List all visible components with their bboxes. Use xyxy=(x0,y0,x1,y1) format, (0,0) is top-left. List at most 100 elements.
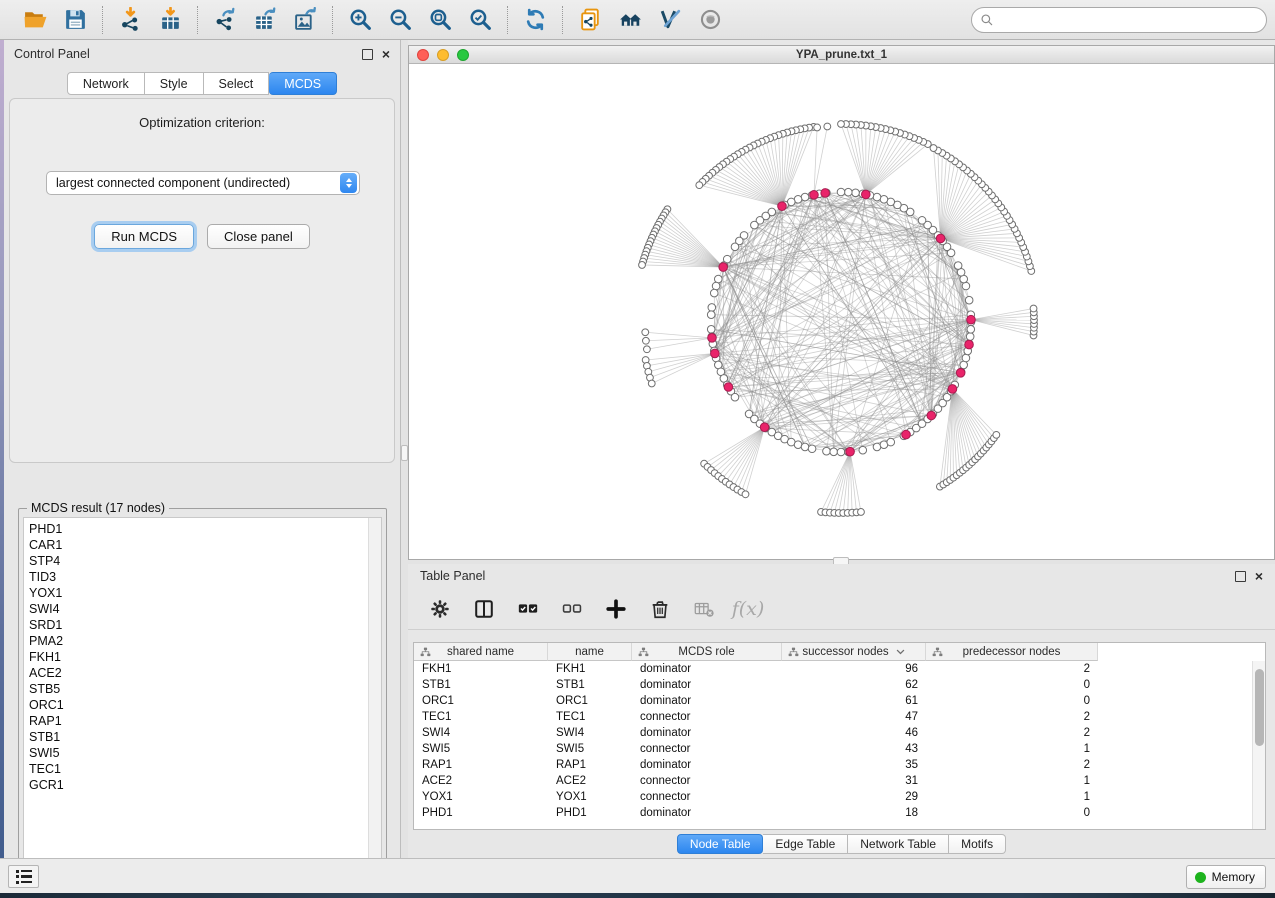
mcds-result-scrollbar[interactable] xyxy=(368,518,381,873)
table-cell: 1 xyxy=(926,791,1098,803)
mcds-result-node[interactable]: ORC1 xyxy=(29,697,368,713)
mcds-result-node[interactable]: TEC1 xyxy=(29,761,368,777)
table-row[interactable]: ACE2ACE2connector311 xyxy=(414,773,1252,789)
memory-button[interactable]: Memory xyxy=(1186,865,1266,889)
column-header-predecessor-nodes[interactable]: predecessor nodes xyxy=(926,643,1098,661)
mcds-result-node[interactable]: SWI4 xyxy=(29,601,368,617)
mcds-result-node[interactable]: PMA2 xyxy=(29,633,368,649)
mcds-result-node[interactable]: STB1 xyxy=(29,729,368,745)
deselect-all-columns-icon[interactable] xyxy=(558,595,586,623)
mcds-result-node[interactable]: STB5 xyxy=(29,681,368,697)
open-session-folder-icon[interactable] xyxy=(18,4,52,36)
table-cell: 62 xyxy=(782,679,926,691)
table-cell: dominator xyxy=(632,807,782,819)
delete-columns-trash-icon[interactable] xyxy=(646,595,674,623)
column-header-MCDS-role[interactable]: MCDS role xyxy=(632,643,782,661)
table-row[interactable]: FKH1FKH1dominator962 xyxy=(414,661,1252,677)
table-row[interactable]: RAP1RAP1dominator352 xyxy=(414,757,1252,773)
float-panel-icon[interactable] xyxy=(362,49,373,60)
save-session-floppy-icon[interactable] xyxy=(58,4,92,36)
table-row[interactable]: STB1STB1dominator620 xyxy=(414,677,1252,693)
mcds-result-node[interactable]: SWI5 xyxy=(29,745,368,761)
table-cell: 0 xyxy=(926,695,1098,707)
tab-mcds[interactable]: MCDS xyxy=(269,72,337,95)
column-header-label: successor nodes xyxy=(802,646,888,658)
mcds-result-node[interactable]: SRD1 xyxy=(29,617,368,633)
column-header-name[interactable]: name xyxy=(548,643,632,661)
show-column-pane-icon[interactable] xyxy=(470,595,498,623)
mcds-result-node[interactable]: CAR1 xyxy=(29,537,368,553)
close-panel-button[interactable]: Close panel xyxy=(207,224,310,249)
show-hide-style-icon[interactable] xyxy=(653,4,687,36)
table-row[interactable]: SWI5SWI5connector431 xyxy=(414,741,1252,757)
table-cell: TEC1 xyxy=(548,711,632,723)
mcds-result-node[interactable]: ACE2 xyxy=(29,665,368,681)
table-row[interactable]: PHD1PHD1dominator180 xyxy=(414,805,1252,821)
mcds-result-node[interactable]: PHD1 xyxy=(29,521,368,537)
table-cell: dominator xyxy=(632,663,782,675)
import-network-icon[interactable] xyxy=(113,4,147,36)
import-table-icon[interactable] xyxy=(153,4,187,36)
tab-network-table[interactable]: Network Table xyxy=(848,834,949,854)
table-cell: connector xyxy=(632,711,782,723)
mcds-result-node[interactable]: TID3 xyxy=(29,569,368,585)
mcds-result-title: MCDS result (17 nodes) xyxy=(27,501,169,515)
tab-network[interactable]: Network xyxy=(67,72,145,95)
table-row[interactable]: YOX1YOX1connector291 xyxy=(414,789,1252,805)
first-neighbors-houses-icon[interactable] xyxy=(613,4,647,36)
table-options-gear-icon[interactable] xyxy=(426,595,454,623)
new-network-from-selection-icon[interactable] xyxy=(573,4,607,36)
run-mcds-button[interactable]: Run MCDS xyxy=(94,224,194,249)
column-header-label: shared name xyxy=(447,646,514,658)
create-column-plus-icon[interactable] xyxy=(602,595,630,623)
search-icon xyxy=(980,13,994,27)
column-header-shared-name[interactable]: shared name xyxy=(414,643,548,661)
zoom-fit-icon[interactable] xyxy=(423,4,457,36)
zoom-out-icon[interactable] xyxy=(383,4,417,36)
select-all-columns-icon[interactable] xyxy=(514,595,542,623)
criterion-select[interactable]: largest connected component (undirected) xyxy=(46,171,360,195)
zoom-in-icon[interactable] xyxy=(343,4,377,36)
mcds-result-node[interactable]: YOX1 xyxy=(29,585,368,601)
graphics-details-eye-icon[interactable] xyxy=(693,4,727,36)
mcds-result-node[interactable]: GCR1 xyxy=(29,777,368,793)
search-input[interactable] xyxy=(999,10,1258,30)
sort-desc-chevron-icon xyxy=(896,649,905,655)
table-cell: SWI4 xyxy=(548,727,632,739)
desktop-wallpaper-bottom-strip xyxy=(0,893,1275,898)
tab-select[interactable]: Select xyxy=(204,72,270,95)
tab-motifs[interactable]: Motifs xyxy=(949,834,1006,854)
export-image-icon[interactable] xyxy=(288,4,322,36)
tab-edge-table[interactable]: Edge Table xyxy=(763,834,848,854)
zoom-selected-icon[interactable] xyxy=(463,4,497,36)
tab-node-table[interactable]: Node Table xyxy=(677,834,764,854)
table-row[interactable]: TEC1TEC1connector472 xyxy=(414,709,1252,725)
search-box xyxy=(971,7,1267,33)
network-canvas[interactable] xyxy=(409,64,1274,559)
mcds-result-node[interactable]: FKH1 xyxy=(29,649,368,665)
export-table-icon[interactable] xyxy=(248,4,282,36)
close-table-panel-icon[interactable]: × xyxy=(1255,571,1263,582)
table-scrollbar-thumb[interactable] xyxy=(1255,669,1264,746)
close-panel-icon[interactable]: × xyxy=(382,49,390,60)
mcds-result-node[interactable]: RAP1 xyxy=(29,713,368,729)
vertical-splitter[interactable] xyxy=(401,40,408,858)
status-bar: Memory xyxy=(0,858,1275,893)
table-row[interactable]: SWI4SWI4dominator462 xyxy=(414,725,1252,741)
float-table-panel-icon[interactable] xyxy=(1235,571,1246,582)
table-cell: 0 xyxy=(926,807,1098,819)
table-cell: 31 xyxy=(782,775,926,787)
column-header-label: MCDS role xyxy=(678,646,734,658)
control-panel-tabs: NetworkStyleSelectMCDS xyxy=(4,72,400,95)
table-cell: 2 xyxy=(926,759,1098,771)
task-history-button[interactable] xyxy=(8,865,39,888)
table-row[interactable]: ORC1ORC1dominator610 xyxy=(414,693,1252,709)
apply-layout-refresh-icon[interactable] xyxy=(518,4,552,36)
export-network-icon[interactable] xyxy=(208,4,242,36)
vertical-splitter-handle[interactable] xyxy=(401,445,408,461)
table-panel-header: Table Panel × xyxy=(408,564,1275,588)
table-scrollbar[interactable] xyxy=(1252,661,1265,829)
tab-style[interactable]: Style xyxy=(145,72,204,95)
column-header-successor-nodes[interactable]: successor nodes xyxy=(782,643,926,661)
mcds-result-node[interactable]: STP4 xyxy=(29,553,368,569)
